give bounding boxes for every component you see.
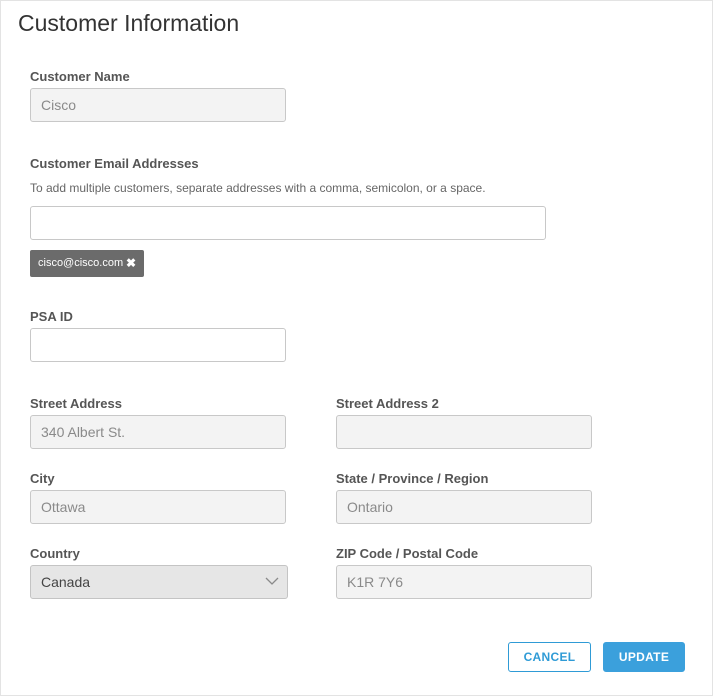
street-address-2-field[interactable]: [336, 415, 592, 449]
city-field[interactable]: Ottawa: [30, 490, 286, 524]
update-button[interactable]: UPDATE: [603, 642, 685, 672]
country-value: Canada: [41, 574, 91, 590]
country-label: Country: [30, 546, 80, 561]
cancel-button[interactable]: CANCEL: [508, 642, 591, 672]
state-field[interactable]: Ontario: [336, 490, 592, 524]
city-label: City: [30, 471, 55, 486]
street-address-field[interactable]: 340 Albert St.: [30, 415, 286, 449]
email-tag-text: cisco@cisco.com: [38, 257, 124, 269]
remove-tag-icon[interactable]: ✖: [126, 250, 136, 277]
street-address-2-label: Street Address 2: [336, 396, 439, 411]
customer-name-field[interactable]: Cisco: [30, 88, 286, 122]
email-tag: cisco@cisco.com ✖: [30, 250, 144, 277]
psa-id-label: PSA ID: [30, 309, 73, 324]
chevron-down-icon: [265, 577, 279, 585]
customer-email-label: Customer Email Addresses: [30, 156, 199, 171]
customer-email-hint: To add multiple customers, separate addr…: [30, 181, 486, 195]
customer-information-panel: Customer Information Customer Name Cisco…: [0, 0, 713, 696]
zip-field[interactable]: K1R 7Y6: [336, 565, 592, 599]
state-label: State / Province / Region: [336, 471, 489, 486]
customer-email-input[interactable]: [30, 206, 546, 240]
page-title: Customer Information: [18, 10, 240, 36]
country-select[interactable]: Canada: [30, 565, 288, 599]
psa-id-input[interactable]: [30, 328, 286, 362]
zip-label: ZIP Code / Postal Code: [336, 546, 479, 561]
customer-name-label: Customer Name: [30, 69, 130, 84]
street-address-label: Street Address: [30, 396, 122, 411]
